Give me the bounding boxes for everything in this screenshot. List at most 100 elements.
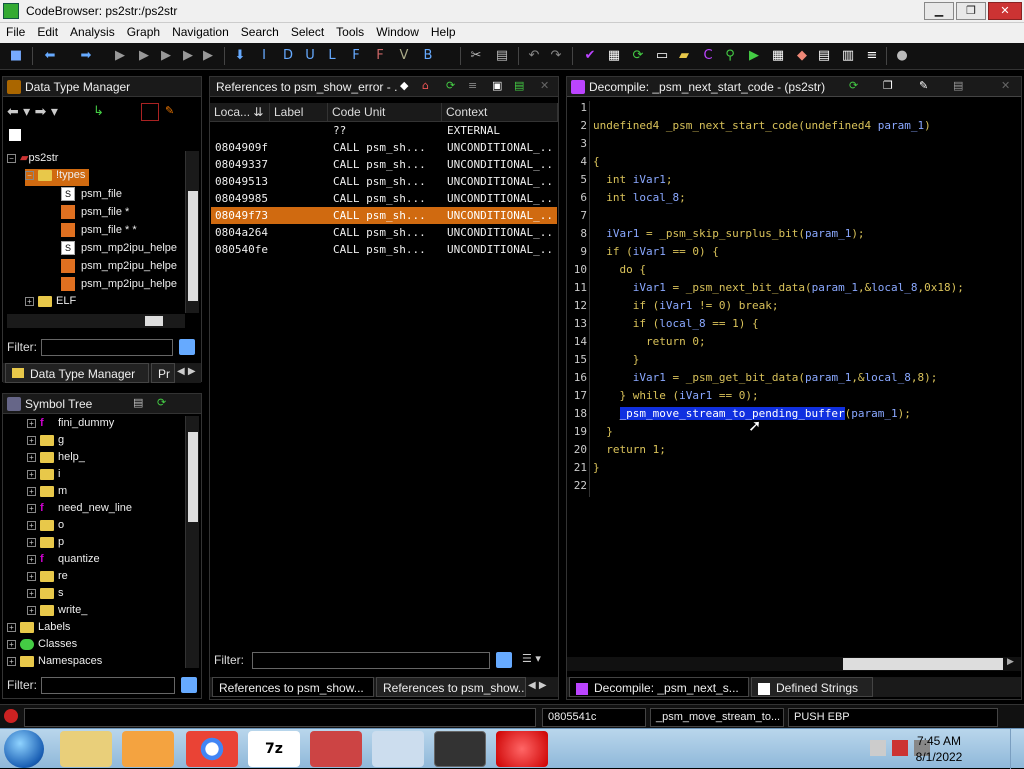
code-text[interactable]: } while (iVar1 == 0); xyxy=(593,389,758,402)
snapshot-icon[interactable]: ▤ xyxy=(953,79,963,92)
code-text[interactable]: iVar1 = _psm_get_bit_data(param_1,&local… xyxy=(593,371,938,384)
text-icon[interactable]: ▥ xyxy=(840,48,856,64)
file-explorer-taskbar-button[interactable] xyxy=(60,731,112,767)
copy-icon[interactable]: ▣ xyxy=(492,79,502,92)
notepad-taskbar-button[interactable] xyxy=(372,731,424,767)
code-text[interactable]: } xyxy=(593,461,600,474)
menu-edit[interactable]: Edit xyxy=(31,23,64,41)
lines-icon[interactable]: ≡ xyxy=(468,79,477,92)
menu-analysis[interactable]: Analysis xyxy=(64,23,121,41)
code-text[interactable]: } xyxy=(593,353,640,366)
help-icon[interactable]: ● xyxy=(894,48,910,64)
menu-window[interactable]: Window xyxy=(370,23,425,41)
nav-icon-1[interactable]: ▶ xyxy=(112,48,128,64)
symbol-item[interactable]: + p xyxy=(27,536,64,553)
nav-data-icon[interactable]: D xyxy=(280,48,296,64)
tab-scroll-icon[interactable]: ◀ ▶ xyxy=(528,680,547,691)
list-icon[interactable]: ≡ xyxy=(864,48,880,64)
forward-icon[interactable]: ➡ xyxy=(78,48,94,64)
bytes-view-icon[interactable]: ▦ xyxy=(606,48,622,64)
dtm-hscroll[interactable] xyxy=(7,314,185,328)
table-row[interactable]: 0804a264 CALL psm_sh... UNCONDITIONAL_... xyxy=(211,224,557,241)
code-line[interactable]: 8 iVar1 = _psm_skip_surplus_bit(param_1)… xyxy=(567,227,1007,245)
code-line[interactable]: 21} xyxy=(567,461,1007,479)
table-row[interactable]: 08049337 CALL psm_sh... UNCONDITIONAL_... xyxy=(211,156,557,173)
code-text[interactable]: int local_8; xyxy=(593,191,686,204)
dtm-arrange-icon[interactable]: ↳ xyxy=(93,104,104,119)
nav-undefined-icon[interactable]: U xyxy=(302,48,318,64)
refresh-icon[interactable]: ⟳ xyxy=(446,79,455,92)
code-line[interactable]: 6 int local_8; xyxy=(567,191,1007,209)
close-panel-icon[interactable]: ✕ xyxy=(540,79,549,92)
code-line[interactable]: 4{ xyxy=(567,155,1007,173)
nav-instruction-icon[interactable]: I xyxy=(256,48,272,64)
show-desktop-button[interactable] xyxy=(1010,729,1024,769)
menu-help[interactable]: Help xyxy=(425,23,462,41)
down-arrow-icon[interactable]: ⬇ xyxy=(232,48,248,64)
references-filter-input[interactable] xyxy=(252,652,490,669)
table-row[interactable]: 08049985 CALL psm_sh... UNCONDITIONAL_... xyxy=(211,190,557,207)
symbol-item[interactable]: + help_ xyxy=(27,451,85,468)
symbol-item[interactable]: + m xyxy=(27,485,67,502)
menu-navigation[interactable]: Navigation xyxy=(166,23,235,41)
column-label[interactable]: Label xyxy=(270,103,328,122)
chrome-taskbar-button[interactable] xyxy=(186,731,238,767)
clock[interactable]: 7:45 AM 8/1/2022 xyxy=(904,733,974,765)
dtm-filter-input[interactable] xyxy=(41,339,173,356)
menu-select[interactable]: Select xyxy=(285,23,330,41)
filter-options-icon[interactable] xyxy=(179,339,195,355)
snapshot-icon[interactable]: ▤ xyxy=(514,79,524,92)
dtm-filter-icon[interactable] xyxy=(141,103,159,121)
symbol-item[interactable]: + i xyxy=(27,468,60,485)
code-text[interactable]: iVar1 = _psm_skip_surplus_bit(param_1); xyxy=(593,227,864,240)
type-item[interactable]: Spsm_mp2ipu_helpe xyxy=(61,241,177,258)
nav-icon-5[interactable]: ▶ xyxy=(200,48,216,64)
symbol-item[interactable]: + s xyxy=(27,587,64,604)
type-item[interactable]: psm_file * xyxy=(61,205,129,222)
cut-icon[interactable]: ✂ xyxy=(468,48,484,64)
symbol-item[interactable]: + o xyxy=(27,519,64,536)
network-tray-icon[interactable] xyxy=(870,740,886,756)
table-row[interactable]: 080540fe CALL psm_sh... UNCONDITIONAL_... xyxy=(211,241,557,258)
folder-icon[interactable]: ▰ xyxy=(676,48,692,64)
symbol-tree-sync-icon[interactable]: ⟳ xyxy=(157,396,166,409)
code-line[interactable]: 7 xyxy=(567,209,1007,227)
table-row[interactable]: 08049513 CALL psm_sh... UNCONDITIONAL_... xyxy=(211,173,557,190)
code-line[interactable]: 15 } xyxy=(567,353,1007,371)
copy-icon[interactable]: ❐ xyxy=(883,79,893,92)
dtm-collapse-icon[interactable] xyxy=(9,129,21,141)
paste-icon[interactable]: ▤ xyxy=(494,48,510,64)
tab-references-2[interactable]: References to psm_show... xyxy=(376,677,526,697)
symbol-filter-input[interactable] xyxy=(41,677,175,694)
code-line[interactable]: 3 xyxy=(567,137,1007,155)
code-line[interactable]: 1 xyxy=(567,101,1007,119)
script-icon[interactable]: ◆ xyxy=(794,48,810,64)
start-button[interactable] xyxy=(4,730,44,768)
code-line[interactable]: 12 if (iVar1 != 0) break; xyxy=(567,299,1007,317)
symbol-item[interactable]: + g xyxy=(27,434,64,451)
column-context[interactable]: Context xyxy=(442,103,558,122)
type-item[interactable]: psm_mp2ipu_helpe xyxy=(61,277,177,294)
table-row[interactable]: 0804909f CALL psm_sh... UNCONDITIONAL_... xyxy=(211,139,557,156)
tree-elf-folder[interactable]: + ELF xyxy=(25,295,76,312)
memory-icon[interactable]: ▭ xyxy=(654,48,670,64)
symbol-item[interactable]: + re xyxy=(27,570,68,587)
filter-options-icon[interactable] xyxy=(181,677,197,693)
nav-icon-3[interactable]: ▶ xyxy=(158,48,174,64)
run-icon[interactable]: ▶ xyxy=(746,48,762,64)
symbol-classes[interactable]: + Classes xyxy=(7,638,77,655)
code-line[interactable]: 9 if (iVar1 == 0) { xyxy=(567,245,1007,263)
maximize-button[interactable]: ❐ xyxy=(956,2,986,20)
type-item[interactable]: psm_mp2ipu_helpe xyxy=(61,259,177,276)
app-taskbar-button[interactable] xyxy=(310,731,362,767)
save-icon[interactable]: ■ xyxy=(8,48,24,64)
tab-data-type-manager[interactable]: Data Type Manager xyxy=(5,363,149,383)
minimize-button[interactable]: ▁ xyxy=(924,2,954,20)
type-item[interactable]: psm_file * * xyxy=(61,223,137,240)
symbol-item[interactable]: + f need_new_line xyxy=(27,502,132,519)
undo-icon[interactable]: ↶ xyxy=(526,48,542,64)
filter-options-icon[interactable] xyxy=(496,652,512,668)
tree-root-ps2str[interactable]: − ▰ps2str xyxy=(7,151,58,168)
code-line[interactable]: 22 xyxy=(567,479,1007,497)
table-row[interactable]: 08049f73 CALL psm_sh... UNCONDITIONAL_... xyxy=(211,207,557,224)
